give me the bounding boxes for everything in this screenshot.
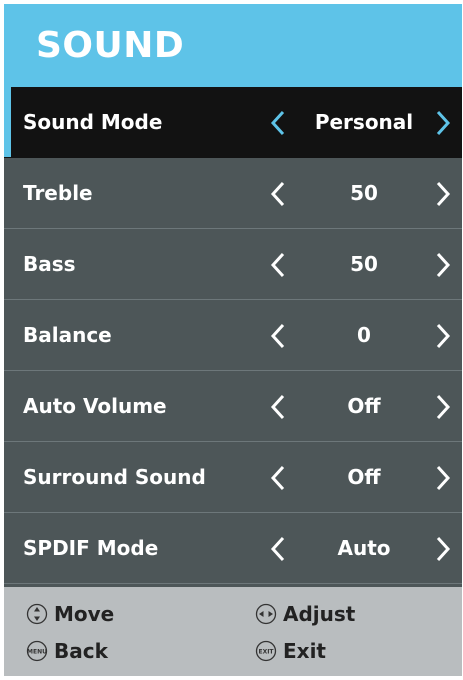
page-title: SOUND <box>36 25 185 66</box>
setting-label: Surround Sound <box>23 465 206 489</box>
chevron-right-icon[interactable] <box>432 251 454 279</box>
chevron-left-icon[interactable] <box>268 464 290 492</box>
hint-exit: EXIT Exit <box>255 639 326 663</box>
chevron-left-icon[interactable] <box>268 535 290 563</box>
chevron-right-icon[interactable] <box>432 109 454 137</box>
chevron-left-icon[interactable] <box>268 180 290 208</box>
hint-back: MENU Back <box>26 639 108 663</box>
chevron-right-icon[interactable] <box>432 535 454 563</box>
setting-value: Auto <box>337 536 391 560</box>
setting-row-auto-volume[interactable]: Auto Volume Off <box>4 371 462 442</box>
hint-label: Move <box>54 602 115 626</box>
chevron-left-icon[interactable] <box>268 251 290 279</box>
setting-label: Bass <box>23 252 76 276</box>
chevron-right-icon[interactable] <box>432 464 454 492</box>
setting-label: Balance <box>23 323 112 347</box>
svg-text:EXIT: EXIT <box>258 649 274 656</box>
left-right-icon <box>255 603 277 625</box>
hint-label: Back <box>54 639 108 663</box>
setting-label: Auto Volume <box>23 394 167 418</box>
setting-value: 0 <box>357 323 371 347</box>
setting-row-treble[interactable]: Treble 50 <box>4 158 462 229</box>
hint-label: Exit <box>283 639 326 663</box>
setting-value: 50 <box>350 181 378 205</box>
setting-row-bass[interactable]: Bass 50 <box>4 229 462 300</box>
setting-label: SPDIF Mode <box>23 536 159 560</box>
exit-button-icon: EXIT <box>255 640 277 662</box>
chevron-right-icon[interactable] <box>432 322 454 350</box>
setting-value: 50 <box>350 252 378 276</box>
up-down-icon <box>26 603 48 625</box>
chevron-left-icon[interactable] <box>268 109 290 137</box>
sound-menu-panel: SOUND Sound Mode Personal Treble 50 Bass… <box>4 4 462 676</box>
chevron-left-icon[interactable] <box>268 393 290 421</box>
hint-label: Adjust <box>283 602 356 626</box>
setting-label: Sound Mode <box>23 110 163 134</box>
setting-value: Off <box>347 394 381 418</box>
svg-text:MENU: MENU <box>27 649 47 656</box>
hint-move: Move <box>26 602 114 626</box>
setting-row-balance[interactable]: Balance 0 <box>4 300 462 371</box>
setting-label: Treble <box>23 181 93 205</box>
menu-header: SOUND <box>4 4 462 87</box>
chevron-right-icon[interactable] <box>432 393 454 421</box>
settings-list: Sound Mode Personal Treble 50 Bass 50 Ba… <box>4 87 462 584</box>
menu-button-icon: MENU <box>26 640 48 662</box>
setting-row-spdif-mode[interactable]: SPDIF Mode Auto <box>4 513 462 584</box>
setting-row-surround-sound[interactable]: Surround Sound Off <box>4 442 462 513</box>
setting-value: Off <box>347 465 381 489</box>
setting-value: Personal <box>314 110 414 134</box>
hint-adjust: Adjust <box>255 602 355 626</box>
chevron-right-icon[interactable] <box>432 180 454 208</box>
chevron-left-icon[interactable] <box>268 322 290 350</box>
key-hint-bar: Move Adjust MENU Back EXIT Exit <box>4 587 462 676</box>
setting-row-sound-mode[interactable]: Sound Mode Personal <box>4 87 462 158</box>
